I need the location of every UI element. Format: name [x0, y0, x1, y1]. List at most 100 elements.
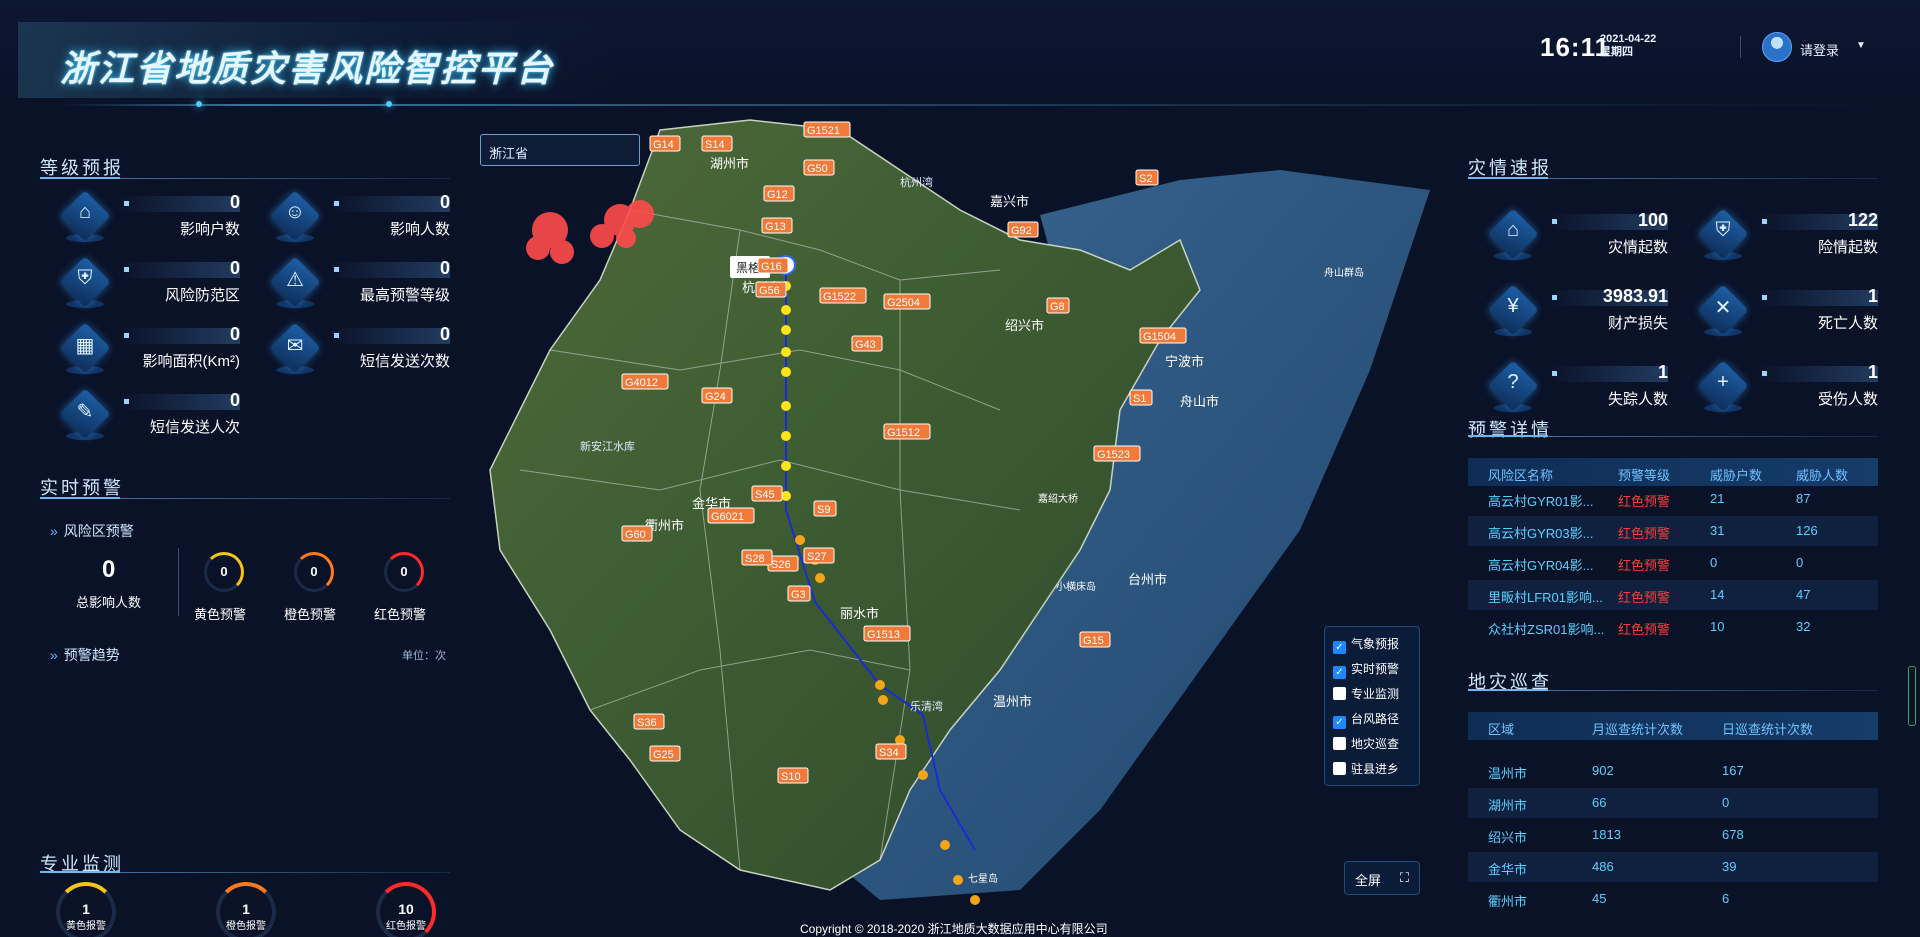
layer-label: 实时预警: [1351, 662, 1400, 676]
table-cell: 126: [1796, 523, 1818, 538]
water-label: 新安江水库: [580, 439, 635, 453]
layer-toggle[interactable]: 地灾巡查: [1333, 735, 1399, 753]
stat-marker: [1552, 219, 1557, 224]
stat-value: 1: [1867, 286, 1878, 306]
table-row[interactable]: 金华市 486 39: [1468, 852, 1878, 882]
road-label: G56: [759, 285, 780, 297]
stat-label: 灾情起数: [1607, 239, 1668, 256]
stat-marker: [124, 399, 129, 404]
road-label: S14: [705, 139, 725, 151]
header-glow-dot: [196, 101, 202, 107]
table-row[interactable]: 绍兴市 1813 678: [1468, 820, 1878, 850]
chevron-right-icon: »: [50, 647, 58, 663]
table-row[interactable]: 高云村GYR03影... 红色预警 31 126: [1468, 516, 1878, 546]
table-cell: 高云村GYR03影...: [1488, 526, 1594, 541]
scrollbar[interactable]: [1908, 666, 1916, 726]
stat-marker: [1762, 295, 1767, 300]
stat-value: 3983.91: [1602, 286, 1668, 306]
zhejiang-map[interactable]: 黑格比 湖州市嘉兴市杭州市绍兴市宁波市舟山市金华市衢州市丽水市温州市台州市舟山群…: [480, 110, 1440, 930]
monitor-ring-label: 黄色报警: [66, 921, 106, 932]
road-label: G1522: [823, 291, 856, 303]
layer-panel: ✓ 气象预报 ✓ 实时预警 专业监测 ✓ 台风路径 地灾巡查 驻县进乡: [1324, 626, 1420, 786]
subheading-label: 风险区预警: [63, 523, 134, 539]
stat-tile: ⌂ 100 灾情起数: [1487, 208, 1690, 270]
stat-tile: ☺ 0 影响人数: [269, 190, 472, 252]
road-label: G60: [625, 529, 646, 541]
table-cell: 0: [1722, 795, 1730, 810]
stat-marker: [1552, 371, 1557, 376]
table-cell: 678: [1722, 827, 1744, 842]
subheading-label: 预警趋势: [63, 647, 120, 663]
layer-label: 台风路径: [1351, 712, 1400, 726]
caret-down-icon[interactable]: ▼: [1856, 40, 1866, 51]
layer-toggle[interactable]: ✓ 台风路径: [1333, 710, 1400, 729]
road-label: G1512: [887, 427, 920, 439]
stat-tile: ¥3983.91 财产损失: [1487, 284, 1690, 346]
stat-label: 财产损失: [1607, 315, 1668, 332]
table-cell: 10: [1710, 619, 1725, 634]
section-underline: [40, 177, 450, 179]
region-select[interactable]: 浙江省 ⌄: [480, 134, 640, 166]
checkbox-icon[interactable]: ✓: [1333, 666, 1346, 679]
stat-value: 0: [439, 324, 450, 344]
table-cell: 486: [1592, 859, 1614, 874]
city-label: 小横床岛: [1056, 580, 1096, 593]
table-cell: 红色预警: [1618, 590, 1671, 605]
road-label: S2: [1139, 173, 1152, 185]
column-header: 区域: [1488, 722, 1515, 737]
city-label: 绍兴市: [1005, 318, 1044, 333]
table-cell: 0: [1710, 555, 1718, 570]
table-row[interactable]: 湖州市 66 0: [1468, 788, 1878, 818]
stat-marker: [1762, 219, 1767, 224]
stat-tile: ✕ 1 死亡人数: [1697, 284, 1900, 346]
monitor-ring-value: 10: [398, 901, 414, 917]
road-label: G6021: [711, 511, 744, 523]
road-label: G8: [1050, 301, 1065, 313]
fullscreen-button[interactable]: 全屏 ⛶: [1344, 861, 1420, 895]
login-link[interactable]: 请登录: [1800, 40, 1839, 59]
stat-tile: ⛨ 122 险情起数: [1697, 208, 1900, 270]
stat-marker: [124, 201, 129, 206]
city-label: 温州市: [993, 694, 1032, 709]
layer-toggle[interactable]: 专业监测: [1333, 685, 1399, 703]
table-row[interactable]: 高云村GYR04影... 红色预警 0 0: [1468, 548, 1878, 578]
stat-marker: [334, 267, 339, 272]
table-row[interactable]: 高云村GYR01影... 红色预警 21 87: [1468, 484, 1878, 514]
table-row[interactable]: 衢州市 45 6: [1468, 884, 1878, 914]
table-row[interactable]: 众社村ZSR01影响... 红色预警 10 32: [1468, 612, 1878, 642]
table-row[interactable]: 温州市 902 167: [1468, 756, 1878, 786]
column-header: 月巡查统计次数: [1592, 722, 1684, 737]
user-avatar-icon[interactable]: [1762, 32, 1792, 62]
layer-label: 地灾巡查: [1351, 737, 1400, 751]
stat-tile: ✎ 0 短信发送人次: [59, 388, 262, 450]
table-cell: 47: [1796, 587, 1811, 602]
stat-label: 最高预警等级: [359, 287, 450, 304]
road-label: G15: [1083, 635, 1104, 647]
table-cell: 高云村GYR04影...: [1488, 558, 1594, 573]
road-label: S34: [879, 747, 899, 759]
table-cell: 66: [1592, 795, 1607, 810]
road-label: G1523: [1097, 449, 1130, 461]
map-canvas[interactable]: 黑格比 湖州市嘉兴市杭州市绍兴市宁波市舟山市金华市衢州市丽水市温州市台州市舟山群…: [480, 110, 1440, 930]
stat-value: 100: [1637, 210, 1668, 230]
section-underline: [1468, 435, 1878, 437]
layer-toggle[interactable]: ✓ 实时预警: [1333, 660, 1400, 679]
header-bar: 浙江省地质灾害风险智控平台 16:11 2021-04-22 星期四 请登录 ▼: [0, 0, 1920, 100]
city-label: 湖州市: [710, 156, 749, 171]
stat-marker: [124, 333, 129, 338]
layer-toggle[interactable]: 驻县进乡: [1333, 760, 1399, 778]
monitor-ring-value: 1: [82, 901, 90, 917]
table-cell: 167: [1722, 763, 1744, 778]
checkbox-icon[interactable]: [1333, 737, 1346, 750]
checkbox-icon[interactable]: [1333, 687, 1346, 700]
table-row[interactable]: 里畈村LFR01影响... 红色预警 14 47: [1468, 580, 1878, 610]
road-label: S28: [745, 553, 765, 565]
chevron-down-icon: ⌄: [489, 142, 500, 156]
checkbox-icon[interactable]: ✓: [1333, 641, 1346, 654]
checkbox-icon[interactable]: [1333, 762, 1346, 775]
warning-detail-title: 预警详情: [1468, 420, 1552, 440]
layer-toggle[interactable]: ✓ 气象预报: [1333, 635, 1399, 654]
stat-tile: +1 受伤人数: [1697, 360, 1900, 422]
checkbox-icon[interactable]: ✓: [1333, 716, 1346, 729]
stat-value: 1: [1867, 362, 1878, 382]
